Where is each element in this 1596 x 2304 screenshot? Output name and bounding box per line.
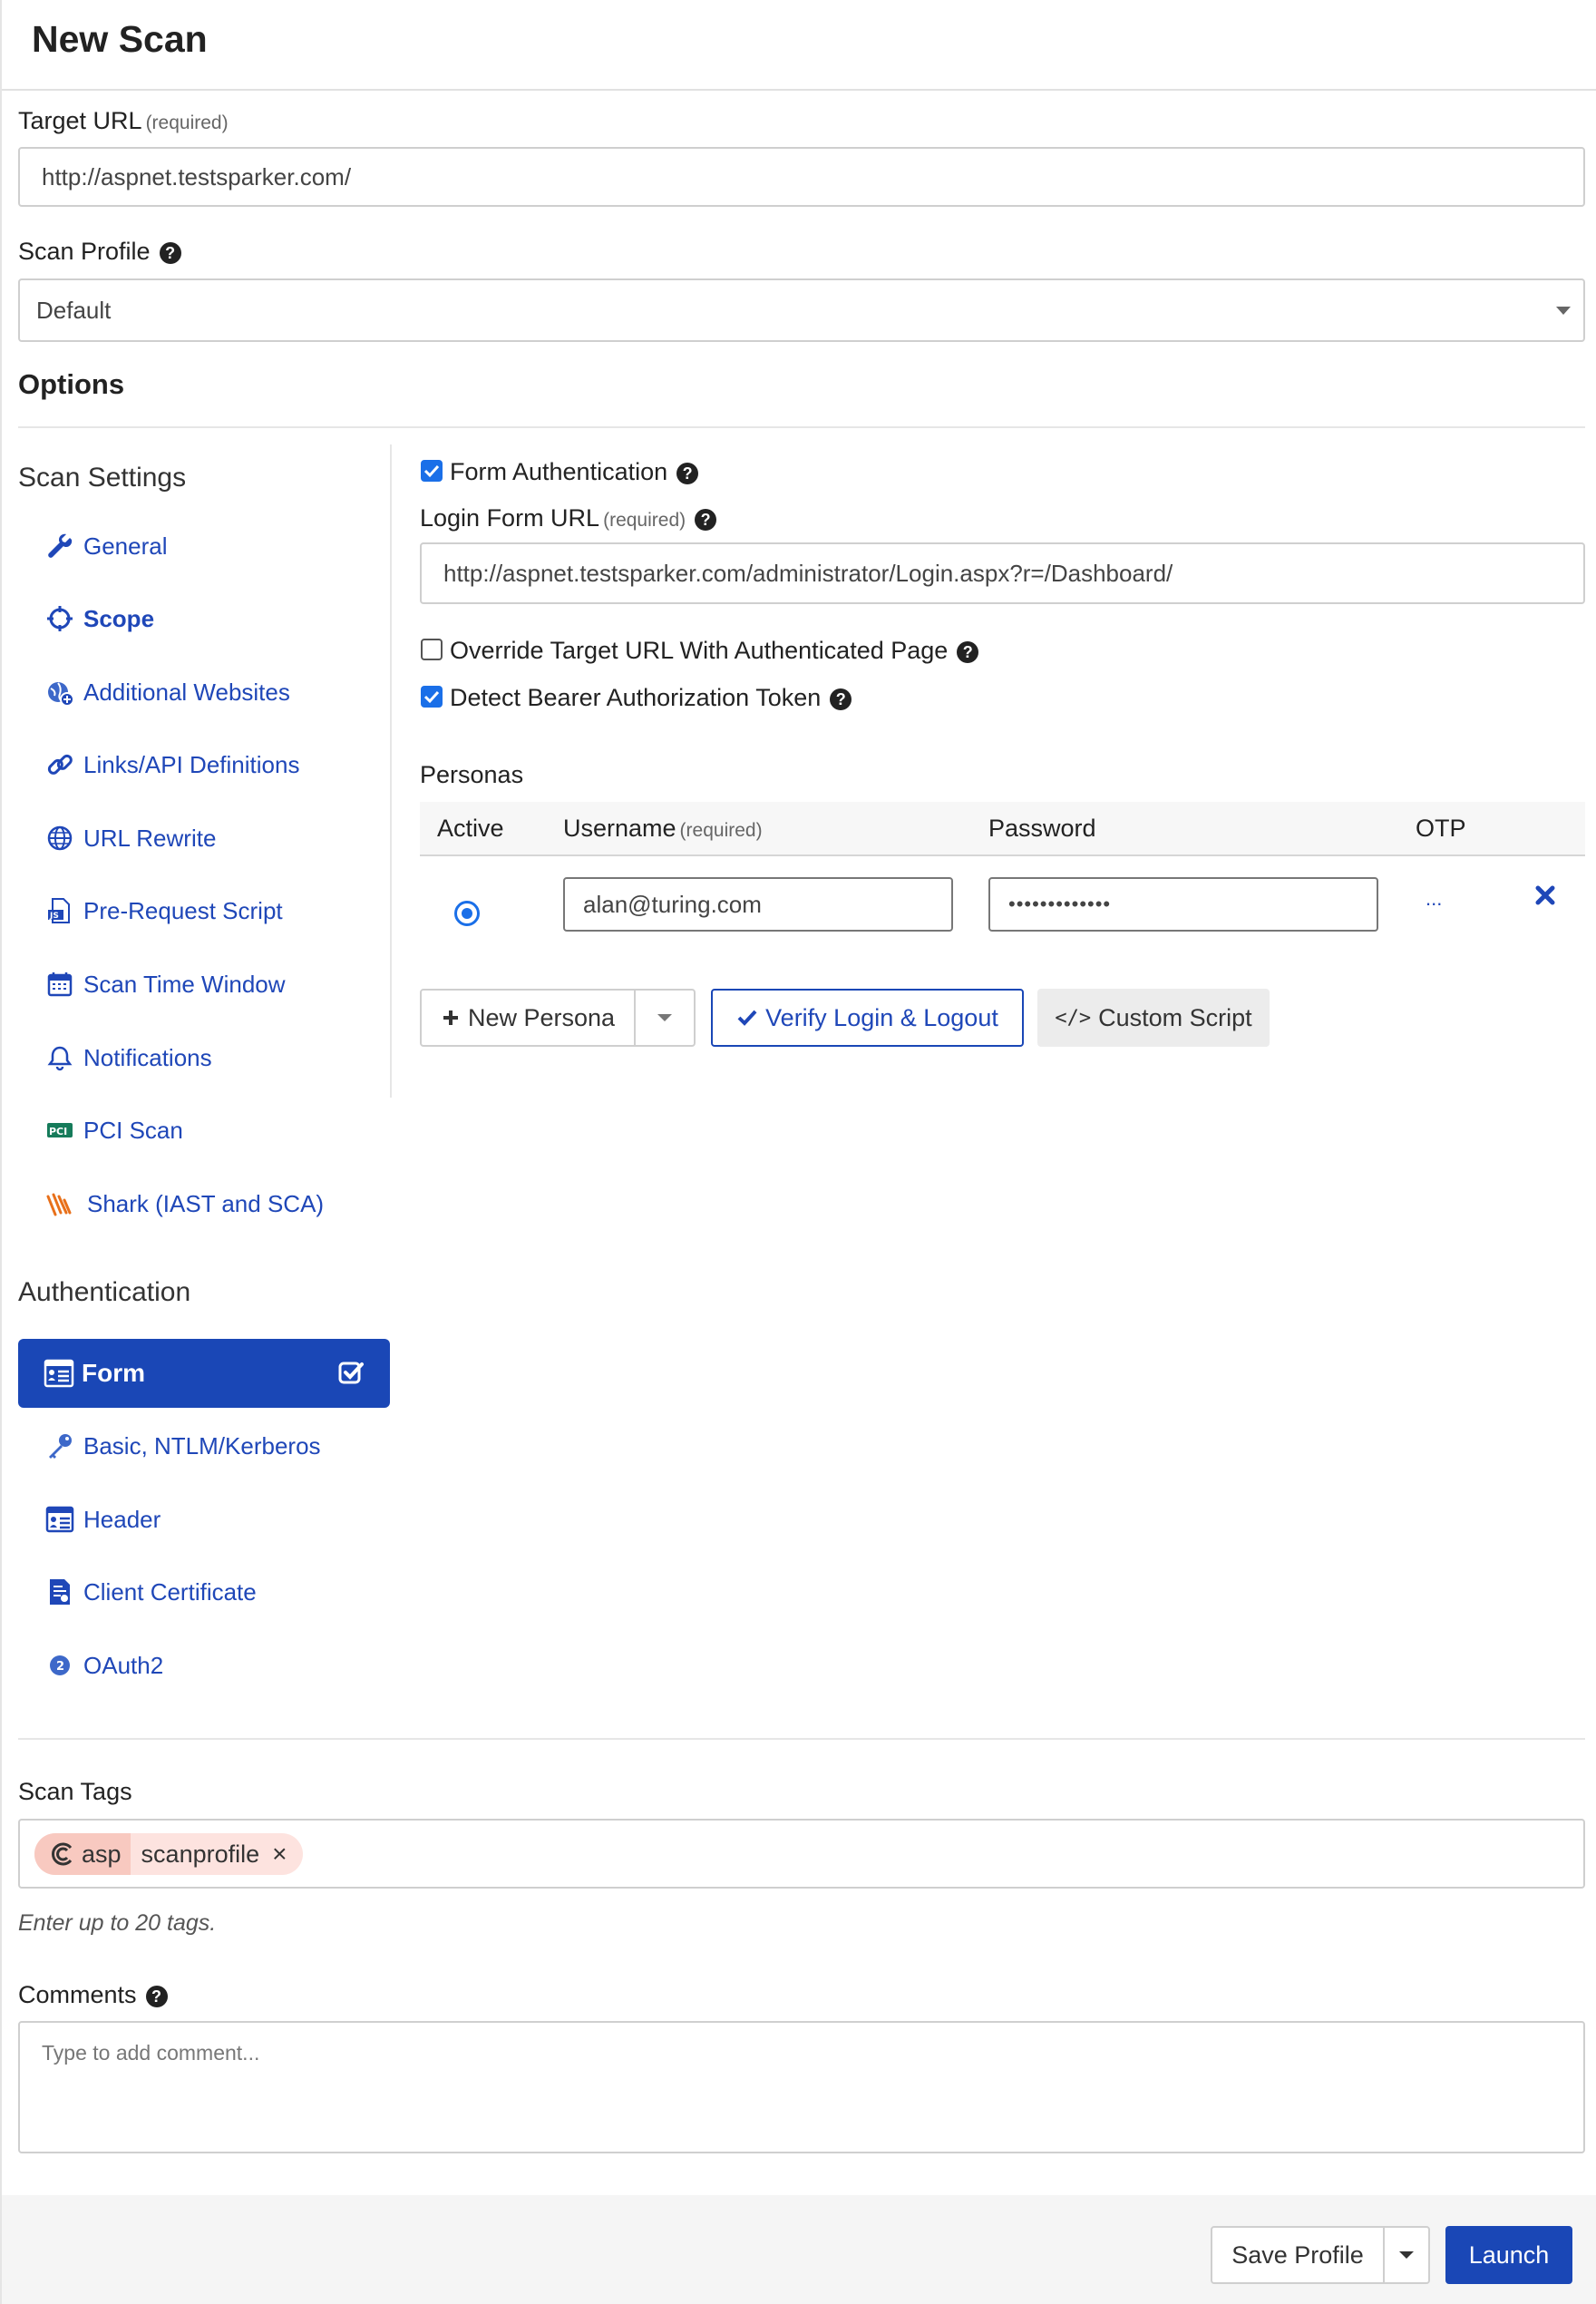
- new-scan-page: New Scan Target URL (required) http://asp…: [0, 0, 1596, 2304]
- tag-remove-button[interactable]: ×: [268, 1840, 303, 1869]
- form-authentication-label: Form Authentication?: [450, 458, 699, 486]
- checked-square-icon: [337, 1359, 365, 1386]
- plus-icon: [443, 1010, 458, 1025]
- persona-password-input[interactable]: •••••••••••••: [988, 877, 1378, 932]
- nav-item-url-rewrite[interactable]: URL Rewrite: [45, 820, 216, 856]
- nav-item-client-certificate[interactable]: Client Certificate: [45, 1574, 257, 1610]
- override-target-url-checkbox[interactable]: [421, 639, 443, 660]
- nav-item-pre-request-script[interactable]: JS Pre-Request Script: [45, 893, 283, 929]
- target-url-input[interactable]: http://aspnet.testsparker.com/: [18, 147, 1585, 207]
- comments-textarea[interactable]: Type to add comment...: [18, 2021, 1585, 2153]
- scan-tags-input[interactable]: asp scanprofile ×: [18, 1819, 1585, 1889]
- scan-profile-label: Scan Profile?: [18, 238, 181, 266]
- wrench-icon: [45, 532, 74, 561]
- page-header: New Scan: [2, 0, 1596, 91]
- globe-icon: [45, 824, 74, 853]
- form-icon: [44, 1358, 74, 1389]
- column-password: Password: [988, 815, 1096, 842]
- nav-item-general[interactable]: General: [45, 528, 168, 564]
- nav-item-header[interactable]: Header: [45, 1501, 161, 1538]
- persona-active-radio[interactable]: [454, 901, 480, 926]
- nav-item-form[interactable]: Form: [18, 1339, 390, 1408]
- save-profile-dropdown[interactable]: [1383, 2226, 1430, 2284]
- comments-label: Comments?: [18, 1981, 168, 2009]
- options-heading: Options: [18, 368, 125, 400]
- tag-value: scanprofile: [141, 1840, 260, 1868]
- verify-login-logout-button[interactable]: Verify Login & Logout: [711, 989, 1024, 1047]
- new-persona-button[interactable]: New Persona: [420, 989, 636, 1047]
- column-username: Username (required): [563, 815, 763, 842]
- help-icon[interactable]: ?: [159, 241, 181, 264]
- crosshair-icon: [45, 604, 74, 633]
- code-icon: </>: [1055, 1006, 1092, 1030]
- login-form-url-input[interactable]: http://aspnet.testsparker.com/administra…: [420, 542, 1585, 604]
- column-otp: OTP: [1416, 815, 1466, 842]
- chevron-down-icon: [1556, 307, 1571, 315]
- login-form-url-label: Login Form URL (required)?: [420, 504, 717, 532]
- nav-item-links-api[interactable]: Links/API Definitions: [45, 747, 299, 783]
- tag-chip: asp scanprofile ×: [34, 1833, 304, 1875]
- nav-item-pci-scan[interactable]: PCI PCI Scan: [45, 1112, 183, 1148]
- nav-item-shark[interactable]: Shark (IAST and SCA): [45, 1186, 324, 1222]
- key-icon: [45, 1431, 74, 1460]
- help-icon[interactable]: ?: [145, 1985, 168, 2007]
- globe-plus-icon: [45, 678, 74, 707]
- page-title: New Scan: [32, 18, 208, 60]
- persona-username-input[interactable]: alan@turing.com: [563, 877, 953, 932]
- calendar-icon: [45, 970, 74, 999]
- launch-button[interactable]: Launch: [1445, 2226, 1572, 2284]
- scan-settings-heading: Scan Settings: [18, 463, 187, 493]
- authentication-heading: Authentication: [18, 1277, 191, 1307]
- divider: [390, 444, 392, 1098]
- help-icon[interactable]: ?: [695, 508, 717, 531]
- js-file-icon: JS: [45, 896, 74, 925]
- nav-item-scan-time-window[interactable]: Scan Time Window: [45, 966, 286, 1002]
- svg-text:PCI: PCI: [49, 1126, 67, 1137]
- nav-item-notifications[interactable]: Notifications: [45, 1040, 212, 1076]
- help-icon[interactable]: ?: [830, 688, 852, 710]
- tag-logo-icon: [52, 1842, 73, 1866]
- help-icon[interactable]: ?: [676, 462, 699, 484]
- divider: [18, 426, 1585, 428]
- required-note: (required): [145, 112, 229, 133]
- nav-item-additional-websites[interactable]: Additional Websites: [45, 674, 290, 710]
- help-icon[interactable]: ?: [957, 640, 979, 663]
- tag-prefix: asp: [34, 1833, 131, 1875]
- oauth2-icon: 2: [45, 1651, 74, 1680]
- target-url-label: Target URL (required): [18, 107, 229, 134]
- check-icon: [737, 1010, 757, 1026]
- bell-icon: [45, 1043, 74, 1072]
- pci-icon: PCI: [45, 1116, 74, 1145]
- certificate-icon: [45, 1577, 74, 1606]
- scan-tags-hint: Enter up to 20 tags.: [18, 1910, 217, 1936]
- detect-bearer-checkbox[interactable]: [421, 686, 443, 708]
- required-note: (required): [603, 510, 686, 531]
- override-target-url-label: Override Target URL With Authenticated P…: [450, 637, 979, 665]
- scan-profile-select[interactable]: Default: [18, 278, 1585, 342]
- save-profile-button[interactable]: Save Profile: [1211, 2226, 1385, 2284]
- nav-item-scope[interactable]: Scope: [45, 600, 154, 637]
- personas-heading: Personas: [420, 761, 524, 788]
- svg-text:2: 2: [56, 1660, 64, 1674]
- new-persona-dropdown[interactable]: [634, 989, 696, 1047]
- header-icon: [45, 1505, 74, 1534]
- remove-persona-icon[interactable]: [1533, 883, 1558, 908]
- link-icon: [45, 750, 74, 779]
- divider: [18, 1738, 1585, 1740]
- column-active: Active: [437, 815, 504, 842]
- custom-script-button[interactable]: </> Custom Script: [1037, 989, 1270, 1047]
- shark-icon: [45, 1189, 74, 1218]
- persona-otp-button[interactable]: ...: [1426, 887, 1442, 911]
- chevron-down-icon: [657, 1014, 672, 1021]
- nav-item-basic-ntlm[interactable]: Basic, NTLM/Kerberos: [45, 1428, 321, 1464]
- detect-bearer-label: Detect Bearer Authorization Token?: [450, 684, 852, 712]
- svg-text:JS: JS: [49, 912, 59, 921]
- form-authentication-checkbox[interactable]: [421, 460, 443, 482]
- chevron-down-icon: [1399, 2251, 1414, 2259]
- scan-tags-label: Scan Tags: [18, 1778, 132, 1805]
- nav-item-oauth2[interactable]: 2 OAuth2: [45, 1647, 163, 1684]
